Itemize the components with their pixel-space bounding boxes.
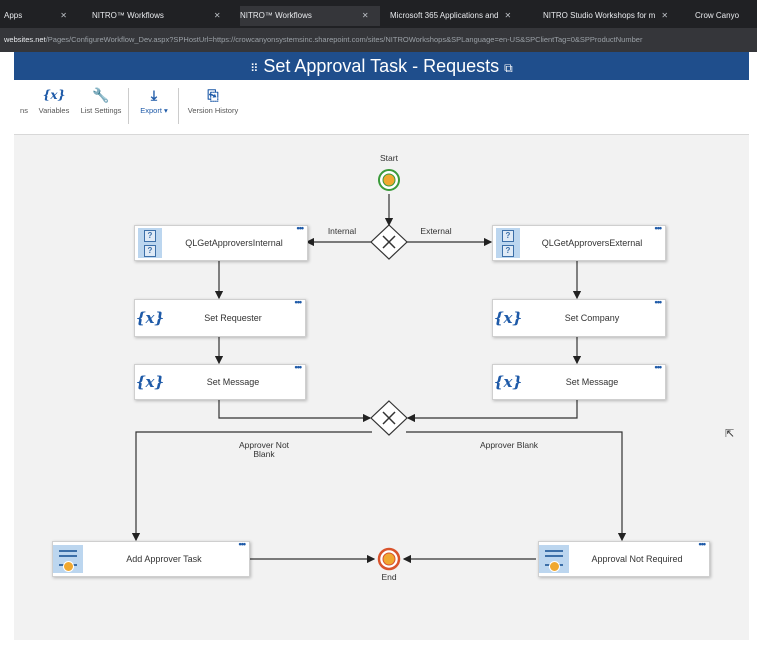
more-options-icon[interactable]: •••: [295, 362, 303, 372]
node-ql-get-approvers-internal[interactable]: ?? QLGetApproversInternal •••: [134, 223, 308, 261]
ribbon-divider: [178, 88, 179, 124]
node-set-message-left[interactable]: {x} Set Message •••: [134, 362, 306, 400]
tab-label: Crow Canyo: [695, 11, 740, 20]
more-options-icon[interactable]: •••: [295, 297, 303, 307]
ribbon-label: ns: [20, 106, 28, 115]
node-ql-get-approvers-external[interactable]: ?? QLGetApproversExternal •••: [492, 223, 666, 261]
browser-tab-active[interactable]: NITRO™ Workflows ✕: [240, 6, 380, 26]
workflow-icon: ⠿: [250, 63, 259, 75]
variables-button[interactable]: {x} Variables: [34, 84, 74, 115]
address-bar[interactable]: websites.net/Pages/ConfigureWorkflow_Dev…: [0, 28, 757, 52]
start-label: Start: [380, 153, 398, 163]
close-icon[interactable]: ✕: [661, 11, 668, 20]
list-settings-button[interactable]: 🔧 List Settings: [76, 84, 126, 115]
browser-tab[interactable]: Crow Canyo: [695, 6, 757, 26]
variable-icon: {x}: [135, 373, 165, 391]
variable-icon: {x}: [135, 309, 165, 327]
node-set-requester[interactable]: {x} Set Requester •••: [134, 297, 306, 337]
tab-label: NITRO Studio Workshops for m: [543, 11, 656, 20]
download-icon: ⤓: [150, 87, 158, 103]
end-node[interactable]: [377, 547, 401, 571]
branch-label-internal: Internal: [327, 226, 357, 236]
ribbon-label: List Settings: [80, 106, 122, 115]
node-label: Set Requester: [204, 313, 262, 323]
browser-tab[interactable]: Apps ✕: [4, 6, 84, 26]
url-host: websites.net: [4, 35, 46, 44]
url-path: /Pages/ConfigureWorkflow_Dev.aspx?SPHost…: [45, 35, 643, 44]
node-set-company[interactable]: {x} Set Company •••: [492, 297, 666, 337]
close-icon[interactable]: ✕: [214, 11, 221, 20]
page-title-bar: ⠿ Set Approval Task - Requests ⧉: [14, 52, 749, 80]
tab-label: NITRO™ Workflows: [92, 11, 164, 20]
node-label: Approval Not Required: [591, 554, 683, 564]
tab-label: NITRO™ Workflows: [240, 11, 312, 20]
ribbon-divider: [128, 88, 129, 124]
export-button[interactable]: ⤓ Export ▾: [132, 84, 176, 115]
node-label: Set Message: [206, 377, 260, 387]
close-icon[interactable]: ✕: [362, 11, 369, 20]
ribbon-label: Variables: [38, 106, 70, 115]
close-icon[interactable]: ✕: [60, 11, 67, 20]
browser-tab[interactable]: NITRO Studio Workshops for m ✕: [543, 6, 688, 26]
tab-label: Apps: [4, 11, 23, 20]
start-node[interactable]: [378, 169, 400, 191]
query-list-icon: ??: [493, 226, 523, 260]
page-title: Set Approval Task - Requests: [263, 56, 500, 76]
task-list-icon: [53, 542, 83, 576]
ribbon-item-partial[interactable]: ns: [14, 84, 34, 115]
close-icon[interactable]: ✕: [505, 11, 512, 20]
browser-tab-bar: Apps ✕ NITRO™ Workflows ✕ NITRO™ Workflows…: [0, 0, 757, 28]
browser-tab[interactable]: NITRO™ Workflows ✕: [92, 6, 232, 26]
node-label: Set Message: [565, 377, 619, 387]
browser-tab[interactable]: Microsoft 365 Applications and ✕: [390, 6, 535, 26]
node-add-approver-task[interactable]: Add Approver Task •••: [52, 539, 250, 577]
branch-label-approver-not-blank: Approver Not Blank: [238, 440, 290, 459]
node-label: Set Company: [564, 313, 620, 323]
workflow-canvas[interactable]: Start End Internal External Approver Not…: [14, 135, 749, 640]
version-history-button[interactable]: ⎘ Version History: [182, 84, 244, 115]
external-link-icon[interactable]: ⧉: [504, 61, 513, 75]
version-history-icon: ⎘: [207, 87, 219, 103]
node-label: QLGetApproversInternal: [185, 238, 283, 248]
more-options-icon[interactable]: •••: [655, 362, 663, 372]
ribbon-label: Version History: [187, 106, 239, 115]
more-options-icon[interactable]: •••: [655, 223, 663, 233]
wrench-icon: 🔧: [92, 87, 110, 103]
node-label: QLGetApproversExternal: [541, 238, 643, 248]
node-set-message-right[interactable]: {x} Set Message •••: [492, 362, 666, 400]
query-list-icon: ??: [135, 226, 165, 260]
branch-gateway-merge[interactable]: [370, 400, 408, 436]
branch-label-approver-blank: Approver Blank: [479, 440, 539, 450]
more-options-icon[interactable]: •••: [239, 539, 247, 549]
node-approval-not-required[interactable]: Approval Not Required •••: [538, 539, 710, 577]
task-list-icon: [539, 542, 569, 576]
node-label: Add Approver Task: [126, 554, 202, 564]
toolbar-ribbon: ns {x} Variables 🔧 List Settings ⤓ Export ▾…: [14, 80, 749, 135]
more-options-icon[interactable]: •••: [655, 297, 663, 307]
branch-label-external: External: [420, 226, 452, 236]
ribbon-label: Export ▾: [140, 106, 168, 115]
branch-gateway-top[interactable]: [370, 224, 408, 260]
more-options-icon[interactable]: •••: [297, 223, 305, 233]
more-options-icon[interactable]: •••: [699, 539, 707, 549]
variables-icon: {x}: [42, 88, 66, 102]
end-label: End: [381, 572, 397, 582]
variable-icon: {x}: [493, 373, 523, 391]
mouse-cursor-icon: ⇱: [725, 428, 735, 440]
tab-label: Microsoft 365 Applications and: [390, 11, 499, 20]
variable-icon: {x}: [493, 309, 523, 327]
